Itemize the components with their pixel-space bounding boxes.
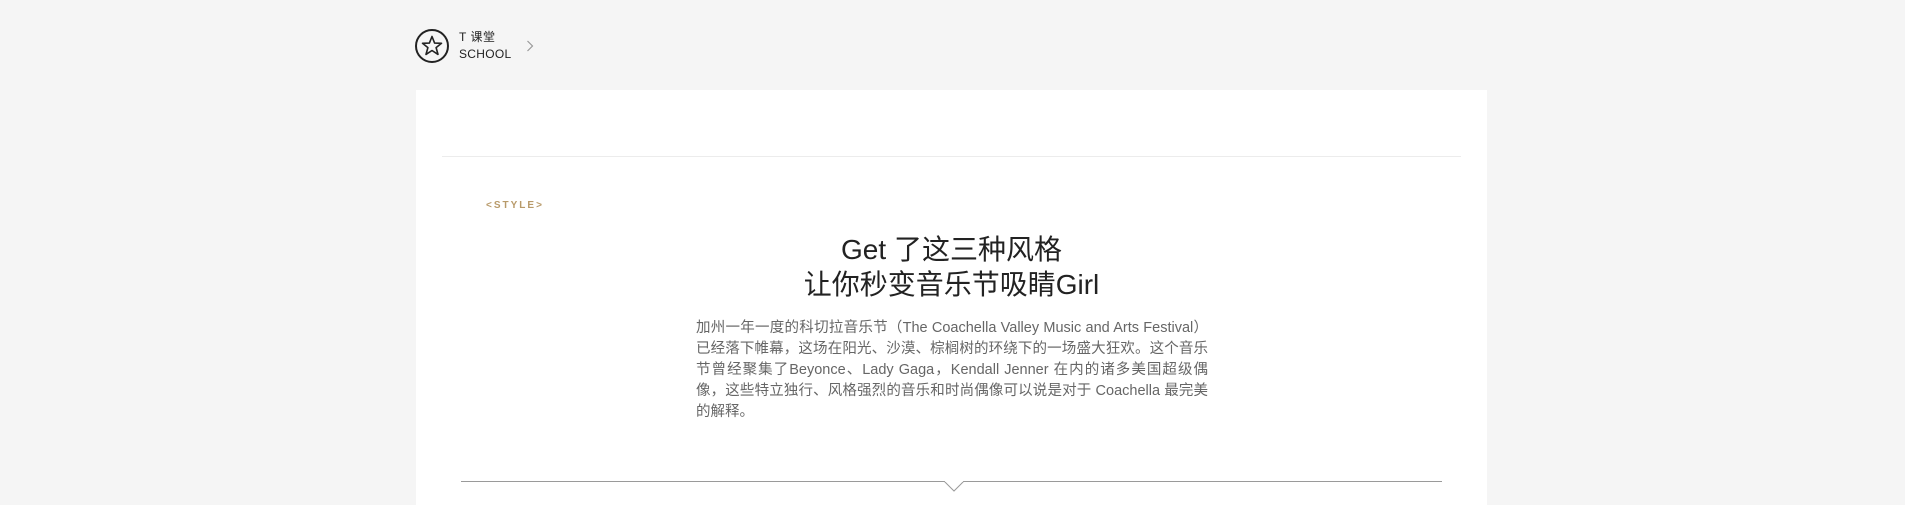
article-title-line1: Get 了这三种风格	[841, 234, 1062, 265]
section-tag: <STYLE>	[486, 200, 544, 211]
logo-button[interactable]	[415, 29, 449, 63]
divider-notch-icon	[944, 481, 964, 492]
article-card: <STYLE> Get 了这三种风格 让你秒变音乐节吸睛Girl 加州一年一度的…	[416, 90, 1487, 505]
chevron-right-icon	[527, 40, 534, 52]
top-divider	[442, 156, 1461, 157]
brand-title: T 课堂	[459, 30, 496, 44]
article-title: Get 了这三种风格 让你秒变音乐节吸睛Girl	[416, 232, 1487, 302]
brand-link[interactable]: T 课堂 SCHOOL	[459, 29, 511, 63]
star-icon	[421, 35, 443, 56]
article-description: 加州一年一度的科切拉音乐节（The Coachella Valley Music…	[696, 320, 1208, 420]
breadcrumb-chevron[interactable]	[523, 39, 537, 53]
article-title-line2: 让你秒变音乐节吸睛Girl	[803, 269, 1100, 300]
brand-subtitle: SCHOOL	[459, 47, 512, 61]
breadcrumb: T 课堂 SCHOOL	[415, 26, 537, 66]
